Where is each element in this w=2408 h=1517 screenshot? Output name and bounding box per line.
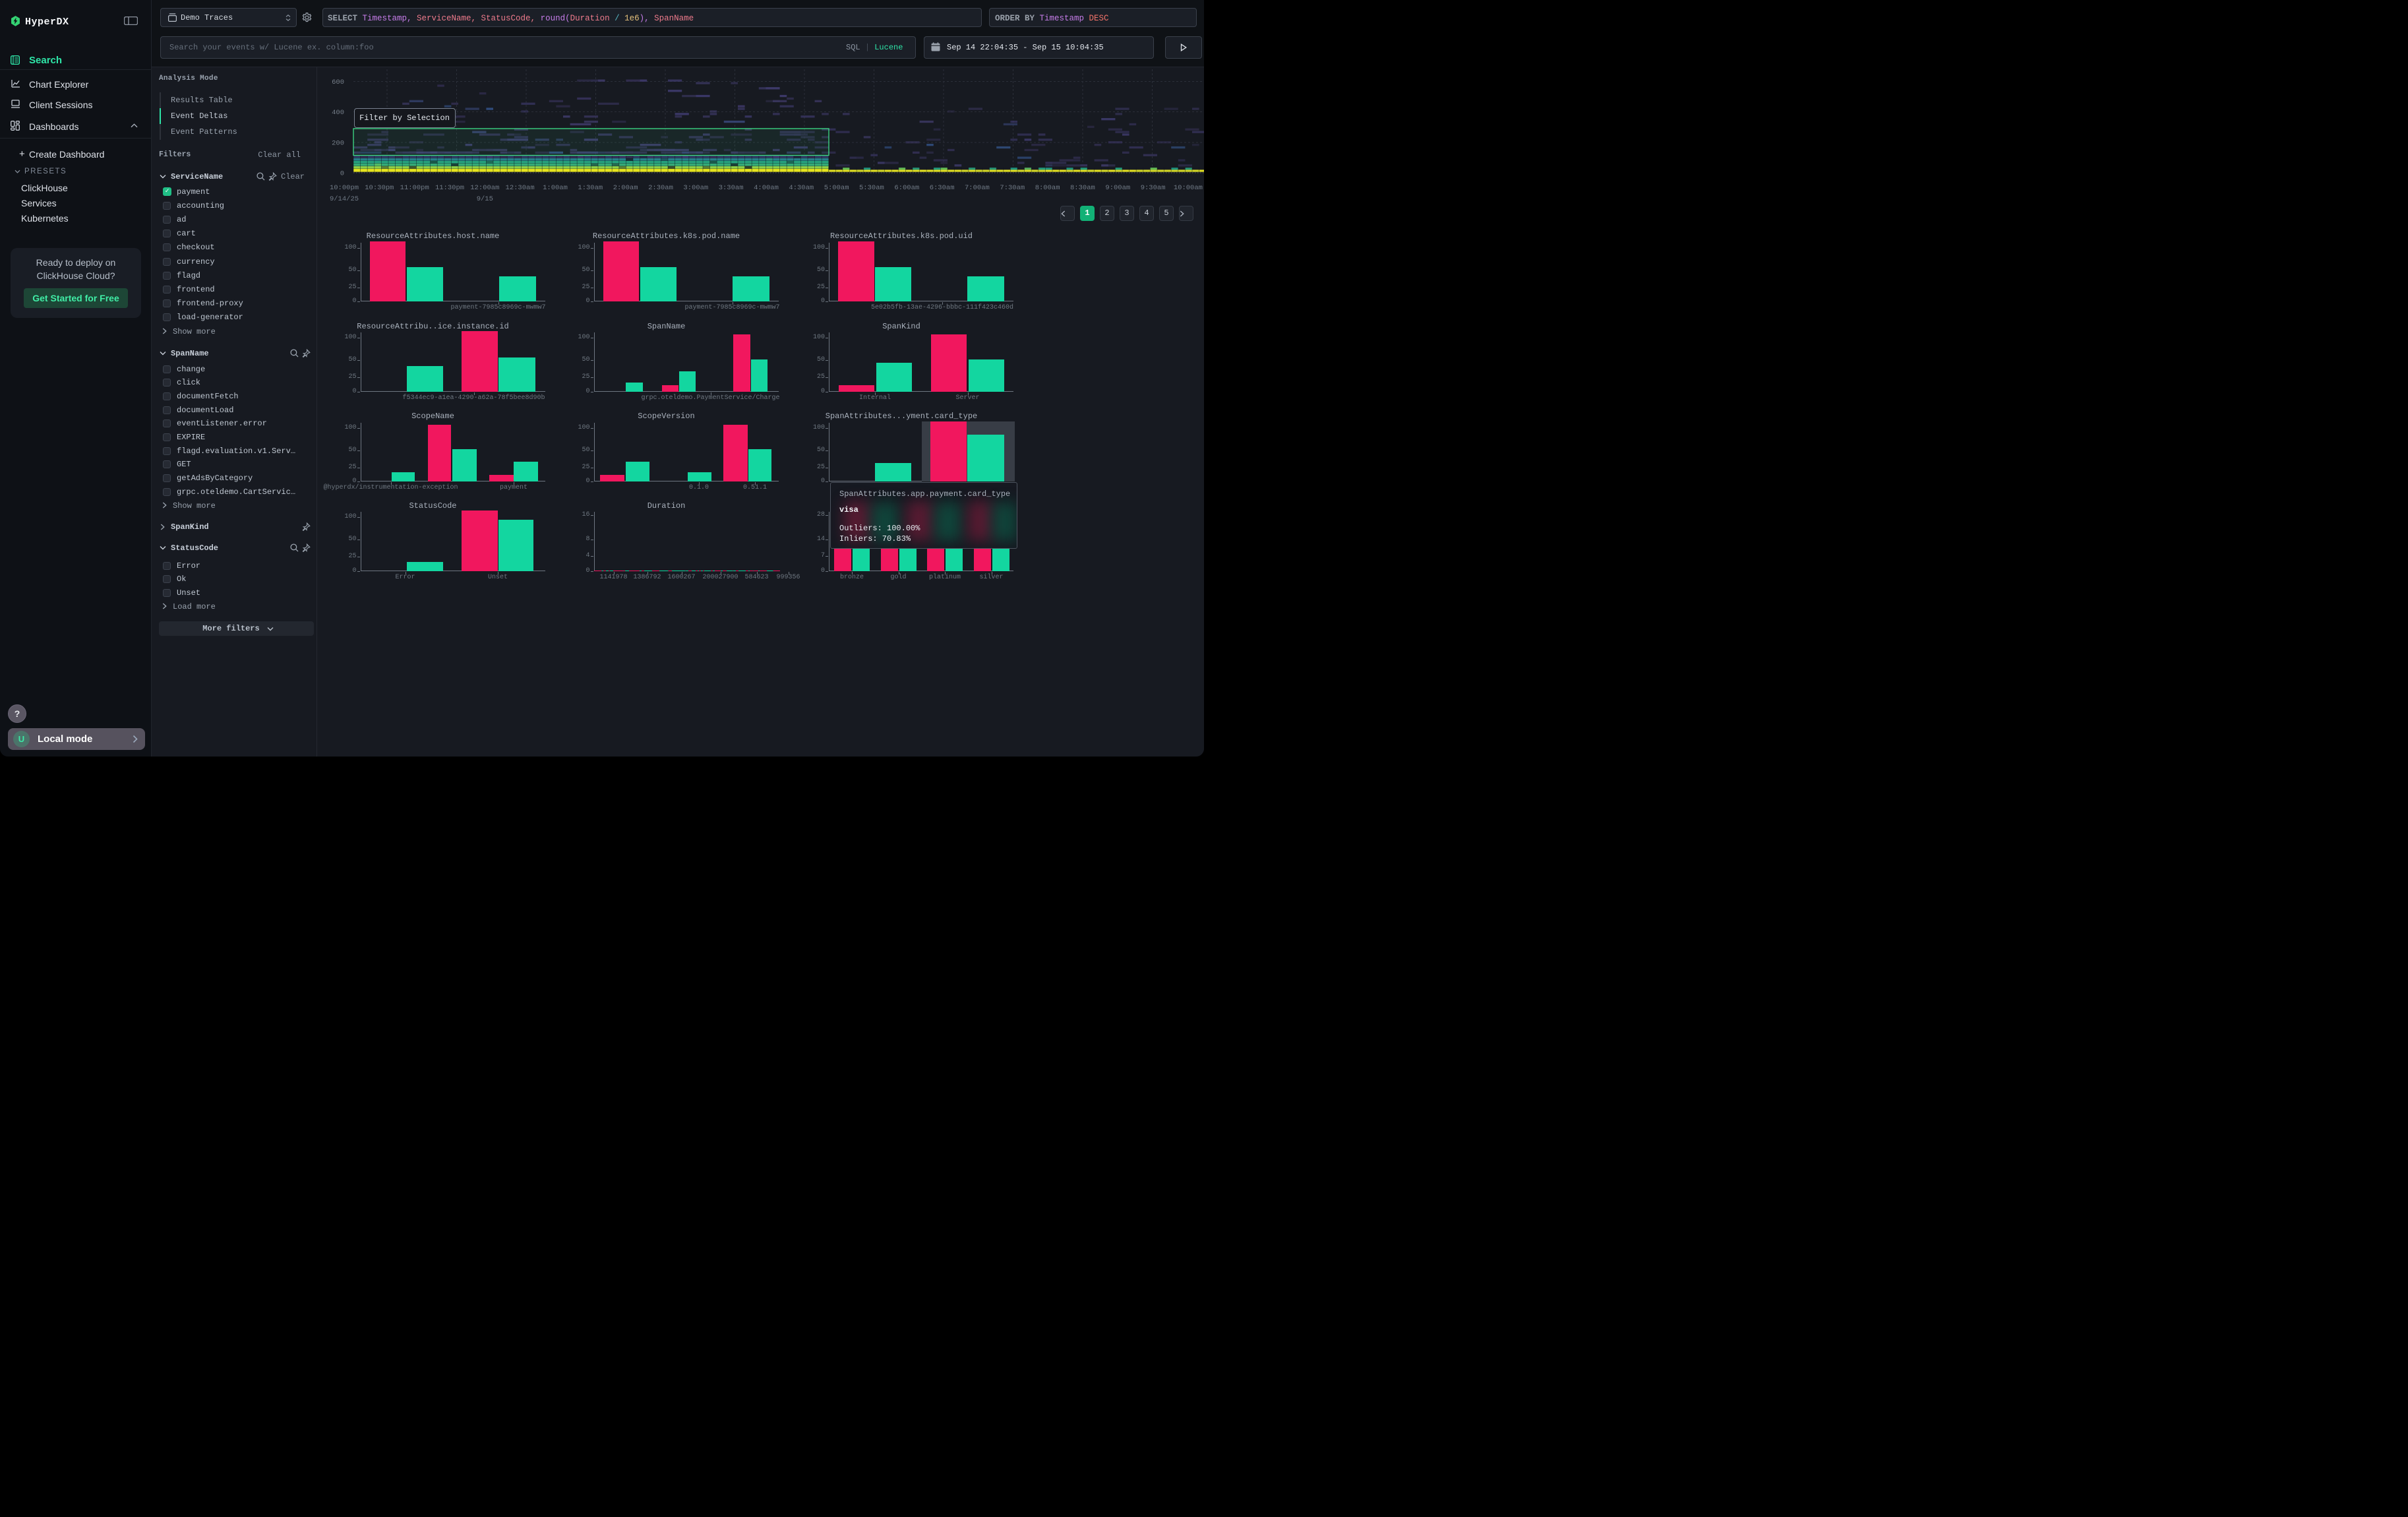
svg-text:6:30am: 6:30am (930, 184, 955, 192)
svg-text:7:00am: 7:00am (965, 184, 990, 192)
svg-text:9:30am: 9:30am (1141, 184, 1166, 192)
svg-text:9/14/25: 9/14/25 (330, 195, 359, 203)
svg-text:10:00pm: 10:00pm (330, 184, 359, 192)
svg-text:1:00am: 1:00am (543, 184, 568, 192)
svg-text:10:00am: 10:00am (1174, 184, 1203, 192)
svg-text:4:30am: 4:30am (789, 184, 814, 192)
svg-text:10:30pm: 10:30pm (365, 184, 394, 192)
svg-text:8:30am: 8:30am (1070, 184, 1095, 192)
svg-text:12:00am: 12:00am (470, 184, 499, 192)
svg-text:4:00am: 4:00am (754, 184, 779, 192)
svg-text:11:00pm: 11:00pm (400, 184, 429, 192)
svg-text:9:00am: 9:00am (1105, 184, 1130, 192)
svg-text:5:00am: 5:00am (824, 184, 849, 192)
svg-text:9/15: 9/15 (477, 195, 493, 203)
svg-text:8:00am: 8:00am (1035, 184, 1060, 192)
svg-text:2:30am: 2:30am (648, 184, 673, 192)
svg-text:6:00am: 6:00am (894, 184, 919, 192)
svg-text:3:30am: 3:30am (719, 184, 744, 192)
svg-text:600: 600 (332, 78, 344, 86)
svg-text:12:30am: 12:30am (506, 184, 535, 192)
svg-text:2:00am: 2:00am (613, 184, 638, 192)
svg-text:0: 0 (340, 170, 344, 178)
svg-text:11:30pm: 11:30pm (435, 184, 464, 192)
svg-text:3:00am: 3:00am (683, 184, 708, 192)
svg-text:200: 200 (332, 140, 344, 148)
svg-text:7:30am: 7:30am (1000, 184, 1025, 192)
svg-text:5:30am: 5:30am (859, 184, 884, 192)
svg-text:1:30am: 1:30am (578, 184, 603, 192)
svg-text:400: 400 (332, 109, 344, 117)
